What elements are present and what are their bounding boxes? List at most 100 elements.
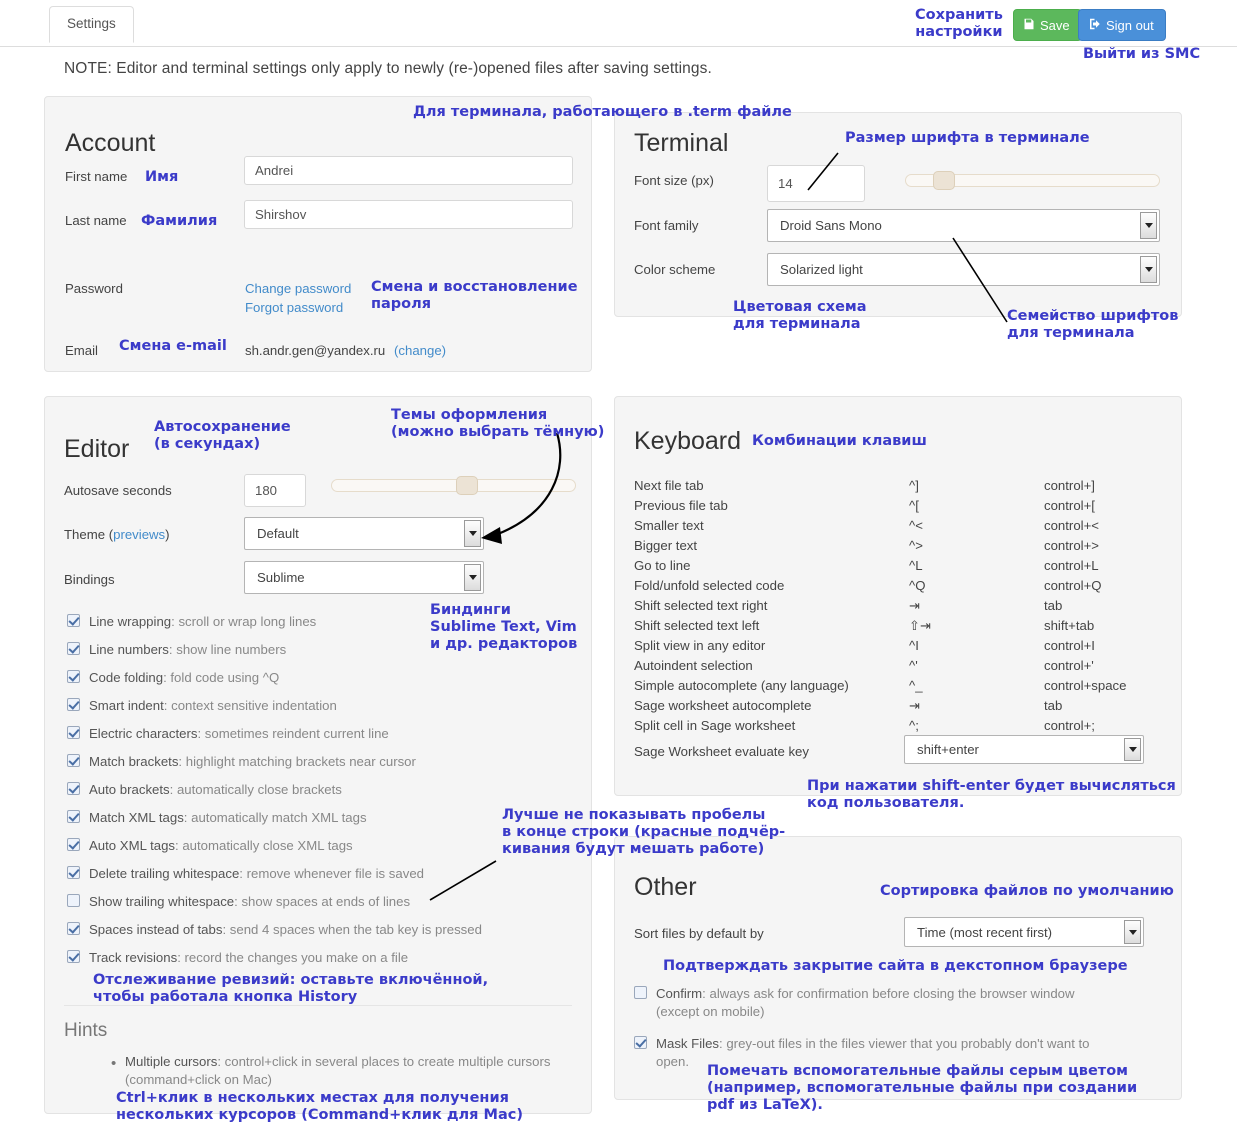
editor-option-label: Spaces instead of tabs: send 4 spaces wh…	[89, 921, 567, 939]
checkbox[interactable]	[67, 726, 80, 739]
annotation-keyboard: Комбинации клавиш	[752, 433, 927, 449]
shortcut-action: Shift selected text left	[634, 618, 760, 633]
bindings-label: Bindings	[64, 572, 115, 587]
terminal-font-size-slider[interactable]	[905, 171, 1160, 190]
annotation-term-color-scheme: Цветовая схема для терминала	[733, 299, 867, 333]
other-option-label: Confirm: always ask for confirmation bef…	[656, 985, 1134, 1021]
save-button-label: Save	[1040, 17, 1070, 33]
checkbox[interactable]	[67, 838, 80, 851]
editor-option-row[interactable]: Delete trailing whitespace: remove whene…	[67, 865, 567, 883]
editor-option-row[interactable]: Auto brackets: automatically close brack…	[67, 781, 567, 799]
last-name-label: Last name	[65, 213, 127, 228]
first-name-input[interactable]	[244, 156, 573, 185]
terminal-font-family-select[interactable]: Droid Sans Mono	[767, 209, 1160, 242]
autosave-slider[interactable]	[331, 476, 576, 495]
editor-title: Editor	[64, 435, 130, 463]
hints-title: Hints	[64, 1020, 108, 1041]
shortcut-combo: control+'	[1044, 658, 1094, 673]
save-button[interactable]: Save	[1013, 9, 1082, 41]
last-name-input[interactable]	[244, 200, 573, 229]
checkbox[interactable]	[67, 922, 80, 935]
password-label: Password	[65, 281, 123, 296]
checkbox[interactable]	[67, 754, 80, 767]
shortcut-symbol: ^'	[909, 658, 918, 673]
shortcut-symbol: ^<	[909, 518, 923, 533]
shortcut-symbol: ^[	[909, 498, 919, 513]
editor-option-row[interactable]: Code folding: fold code using ^Q	[67, 669, 567, 687]
shortcut-symbol: ^]	[909, 478, 919, 493]
chevron-down-icon[interactable]	[1140, 256, 1157, 283]
forgot-password-link[interactable]: Forgot password	[245, 300, 343, 315]
editor-option-row[interactable]: Match XML tags: automatically match XML …	[67, 809, 567, 827]
checkbox[interactable]	[67, 642, 80, 655]
shortcut-combo: control+]	[1044, 478, 1095, 493]
option-name: Show trailing whitespace	[89, 894, 235, 909]
editor-option-row[interactable]: Electric characters: sometimes reindent …	[67, 725, 567, 743]
slider-handle[interactable]	[456, 476, 478, 495]
editor-option-row[interactable]: Show trailing whitespace: show spaces at…	[67, 893, 567, 911]
shortcut-symbol: ⇥	[909, 598, 921, 613]
tab-settings[interactable]: Settings	[49, 6, 134, 44]
option-name: Match XML tags	[89, 810, 184, 825]
shortcut-combo: control+L	[1044, 558, 1099, 573]
other-title: Other	[634, 873, 697, 901]
editor-option-label: Show trailing whitespace: show spaces at…	[89, 893, 567, 911]
first-name-label: First name	[65, 169, 128, 184]
chevron-down-icon[interactable]	[1124, 738, 1141, 761]
annotation-term-font-size: Размер шрифта в терминале	[845, 130, 1090, 146]
chevron-down-icon[interactable]	[464, 564, 481, 591]
settings-page: Settings Save Sign out NOTE: Editor and …	[0, 0, 1237, 1135]
editor-option-label: Match XML tags: automatically match XML …	[89, 809, 567, 827]
evaluate-key-label: Sage Worksheet evaluate key	[634, 744, 809, 759]
editor-option-label: Auto XML tags: automatically close XML t…	[89, 837, 567, 855]
checkbox[interactable]	[634, 986, 647, 999]
shortcut-symbol: ^Q	[909, 578, 926, 593]
theme-select[interactable]: Default	[244, 517, 484, 550]
option-desc: : sometimes reindent current line	[197, 726, 389, 741]
terminal-font-size-input[interactable]	[767, 165, 865, 202]
editor-option-row[interactable]: Smart indent: context sensitive indentat…	[67, 697, 567, 715]
checkbox[interactable]	[67, 894, 80, 907]
change-password-link[interactable]: Change password	[245, 281, 351, 296]
theme-label: Theme (previews)	[64, 527, 170, 542]
account-title: Account	[65, 129, 156, 157]
editor-option-row[interactable]: Auto XML tags: automatically close XML t…	[67, 837, 567, 855]
checkbox[interactable]	[67, 950, 80, 963]
bindings-select[interactable]: Sublime	[244, 561, 484, 594]
checkbox[interactable]	[67, 782, 80, 795]
editor-option-row[interactable]: Track revisions: record the changes you …	[67, 949, 567, 967]
checkbox[interactable]	[634, 1036, 647, 1049]
editor-option-row[interactable]: Match brackets: highlight matching brack…	[67, 753, 567, 771]
checkbox[interactable]	[67, 670, 80, 683]
option-desc: : show line numbers	[168, 642, 287, 657]
evaluate-key-select[interactable]: shift+enter	[904, 735, 1144, 764]
other-option-row[interactable]: Confirm: always ask for confirmation bef…	[634, 985, 1134, 1021]
sort-files-select[interactable]: Time (most recent first)	[904, 917, 1144, 947]
option-desc: : show spaces at ends of lines	[234, 894, 411, 909]
terminal-color-scheme-select[interactable]: Solarized light	[767, 253, 1160, 286]
shortcut-action: Bigger text	[634, 538, 698, 553]
slider-handle[interactable]	[933, 171, 955, 190]
chevron-down-icon[interactable]	[1124, 920, 1141, 944]
account-panel: Account First name Last name Password Ch…	[44, 96, 592, 372]
checkbox[interactable]	[67, 614, 80, 627]
autosave-input[interactable]	[244, 474, 306, 507]
chevron-down-icon[interactable]	[464, 520, 481, 547]
email-change-link[interactable]: (change)	[394, 343, 446, 358]
editor-option-label: Track revisions: record the changes you …	[89, 949, 567, 967]
option-desc: : remove whenever file is saved	[239, 866, 424, 881]
editor-option-row[interactable]: Spaces instead of tabs: send 4 spaces wh…	[67, 921, 567, 939]
shortcut-combo: control+I	[1044, 638, 1095, 653]
theme-previews-link[interactable]: previews	[113, 527, 165, 542]
checkbox[interactable]	[67, 866, 80, 879]
checkbox[interactable]	[67, 810, 80, 823]
evaluate-key-value: shift+enter	[917, 742, 979, 757]
terminal-font-family-label: Font family	[634, 218, 699, 233]
annotation-themes: Темы оформления (можно выбрать тёмную)	[391, 407, 605, 441]
sign-out-button[interactable]: Sign out	[1078, 9, 1166, 41]
checkbox[interactable]	[67, 698, 80, 711]
chevron-down-icon[interactable]	[1140, 212, 1157, 239]
shortcut-symbol: ^I	[909, 638, 919, 653]
shortcut-combo: tab	[1044, 598, 1063, 613]
annotation-track-revisions: Отслеживание ревизий: оставьте включённо…	[93, 972, 489, 1006]
